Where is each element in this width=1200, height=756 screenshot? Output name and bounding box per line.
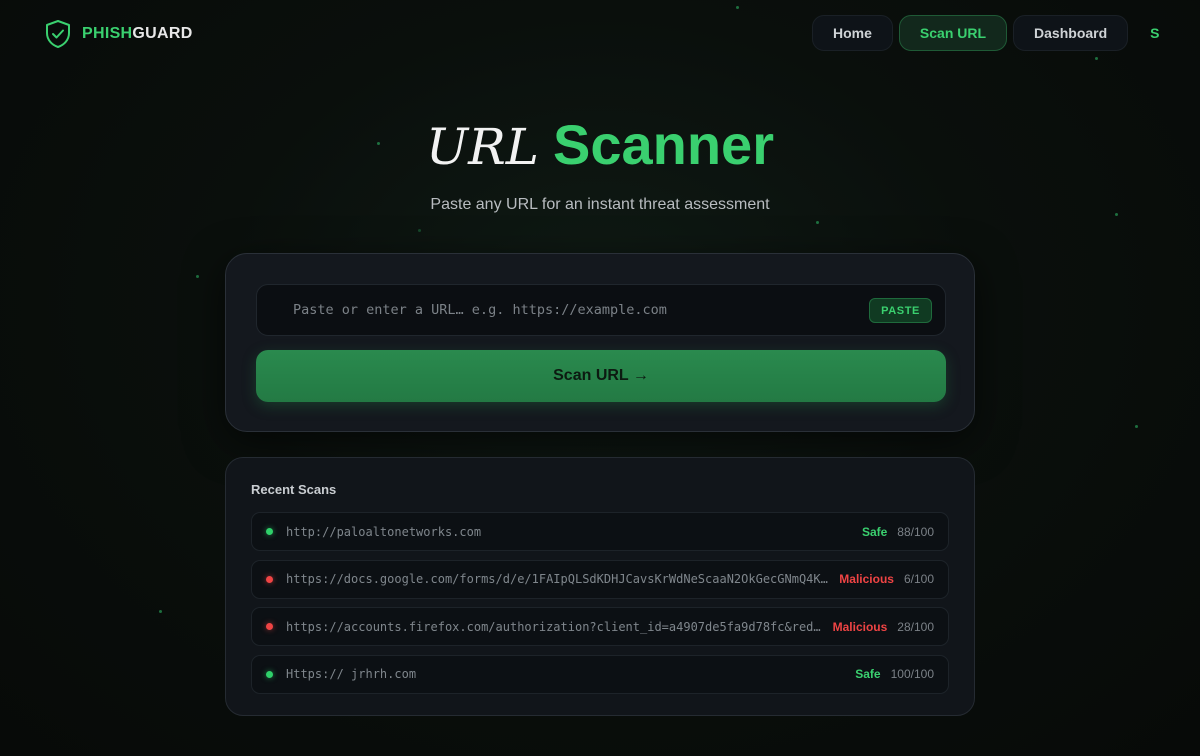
scan-row-score: 88/100 bbox=[897, 524, 934, 539]
page-subtitle: Paste any URL for an instant threat asse… bbox=[430, 196, 770, 213]
scan-row-url: https://accounts.firefox.com/authorizati… bbox=[286, 619, 833, 634]
scan-row[interactable]: https://docs.google.com/forms/d/e/1FAIpQ… bbox=[251, 559, 949, 599]
background-speck bbox=[816, 221, 819, 224]
scan-row[interactable]: Https:// jrhrh.com Safe 100/100 bbox=[251, 654, 949, 694]
scan-row-score: 6/100 bbox=[903, 572, 934, 586]
scan-row-verdict: Safe bbox=[855, 667, 881, 681]
background-speck bbox=[1135, 425, 1138, 428]
scan-row-score: 100/100 bbox=[890, 667, 934, 681]
scan-url-button[interactable]: Scan URL → bbox=[256, 350, 946, 402]
scan-card: PASTE Scan URL → bbox=[225, 253, 975, 432]
page-title-bold: Scanner bbox=[553, 113, 774, 176]
scan-row[interactable]: https://accounts.firefox.com/authorizati… bbox=[251, 607, 949, 646]
status-dot-icon bbox=[266, 575, 273, 583]
scan-row-url: http://paloaltonetworks.com bbox=[286, 524, 482, 539]
scan-row-verdict: Malicious bbox=[839, 572, 894, 586]
background-speck bbox=[159, 610, 162, 613]
recent-scans-list: http://paloaltonetworks.com Safe 88/100 … bbox=[251, 512, 949, 702]
nav-scan-url[interactable]: Scan URL bbox=[898, 15, 1008, 51]
scan-row-score: 28/100 bbox=[897, 619, 934, 634]
background-speck bbox=[1095, 57, 1098, 60]
url-input-wrapper: PASTE bbox=[256, 284, 946, 336]
scan-row-url: https://docs.google.com/forms/d/e/1FAIpQ… bbox=[286, 572, 839, 586]
recent-scans-title: Recent Scans bbox=[251, 482, 337, 497]
page-title-italic: URL bbox=[426, 118, 539, 176]
status-dot-icon bbox=[266, 528, 273, 535]
top-nav: Home Scan URL Dashboard S bbox=[812, 15, 1160, 51]
nav-home[interactable]: Home bbox=[812, 15, 893, 51]
brand-name: PHISHGUARD bbox=[82, 25, 193, 42]
scan-row[interactable]: http://paloaltonetworks.com Safe 88/100 bbox=[251, 512, 949, 551]
nav-dashboard[interactable]: Dashboard bbox=[1013, 15, 1129, 51]
page-title: URL Scanner bbox=[0, 112, 1200, 180]
background-speck bbox=[196, 275, 199, 278]
url-input[interactable] bbox=[293, 285, 853, 335]
shield-check-icon bbox=[46, 20, 70, 48]
scan-row-url: Https:// jrhrh.com bbox=[286, 667, 417, 681]
background-speck bbox=[418, 229, 421, 232]
paste-button[interactable]: PASTE bbox=[869, 298, 932, 323]
user-avatar-initial[interactable]: S bbox=[1150, 25, 1159, 41]
status-dot-icon bbox=[266, 623, 273, 630]
recent-scans-panel: Recent Scans http://paloaltonetworks.com… bbox=[225, 457, 975, 716]
status-dot-icon bbox=[266, 670, 273, 678]
brand-logo[interactable]: PHISHGUARD bbox=[44, 19, 193, 49]
scan-row-verdict: Malicious bbox=[832, 619, 888, 634]
scan-row-verdict: Safe bbox=[861, 524, 888, 539]
background-speck bbox=[736, 6, 739, 9]
